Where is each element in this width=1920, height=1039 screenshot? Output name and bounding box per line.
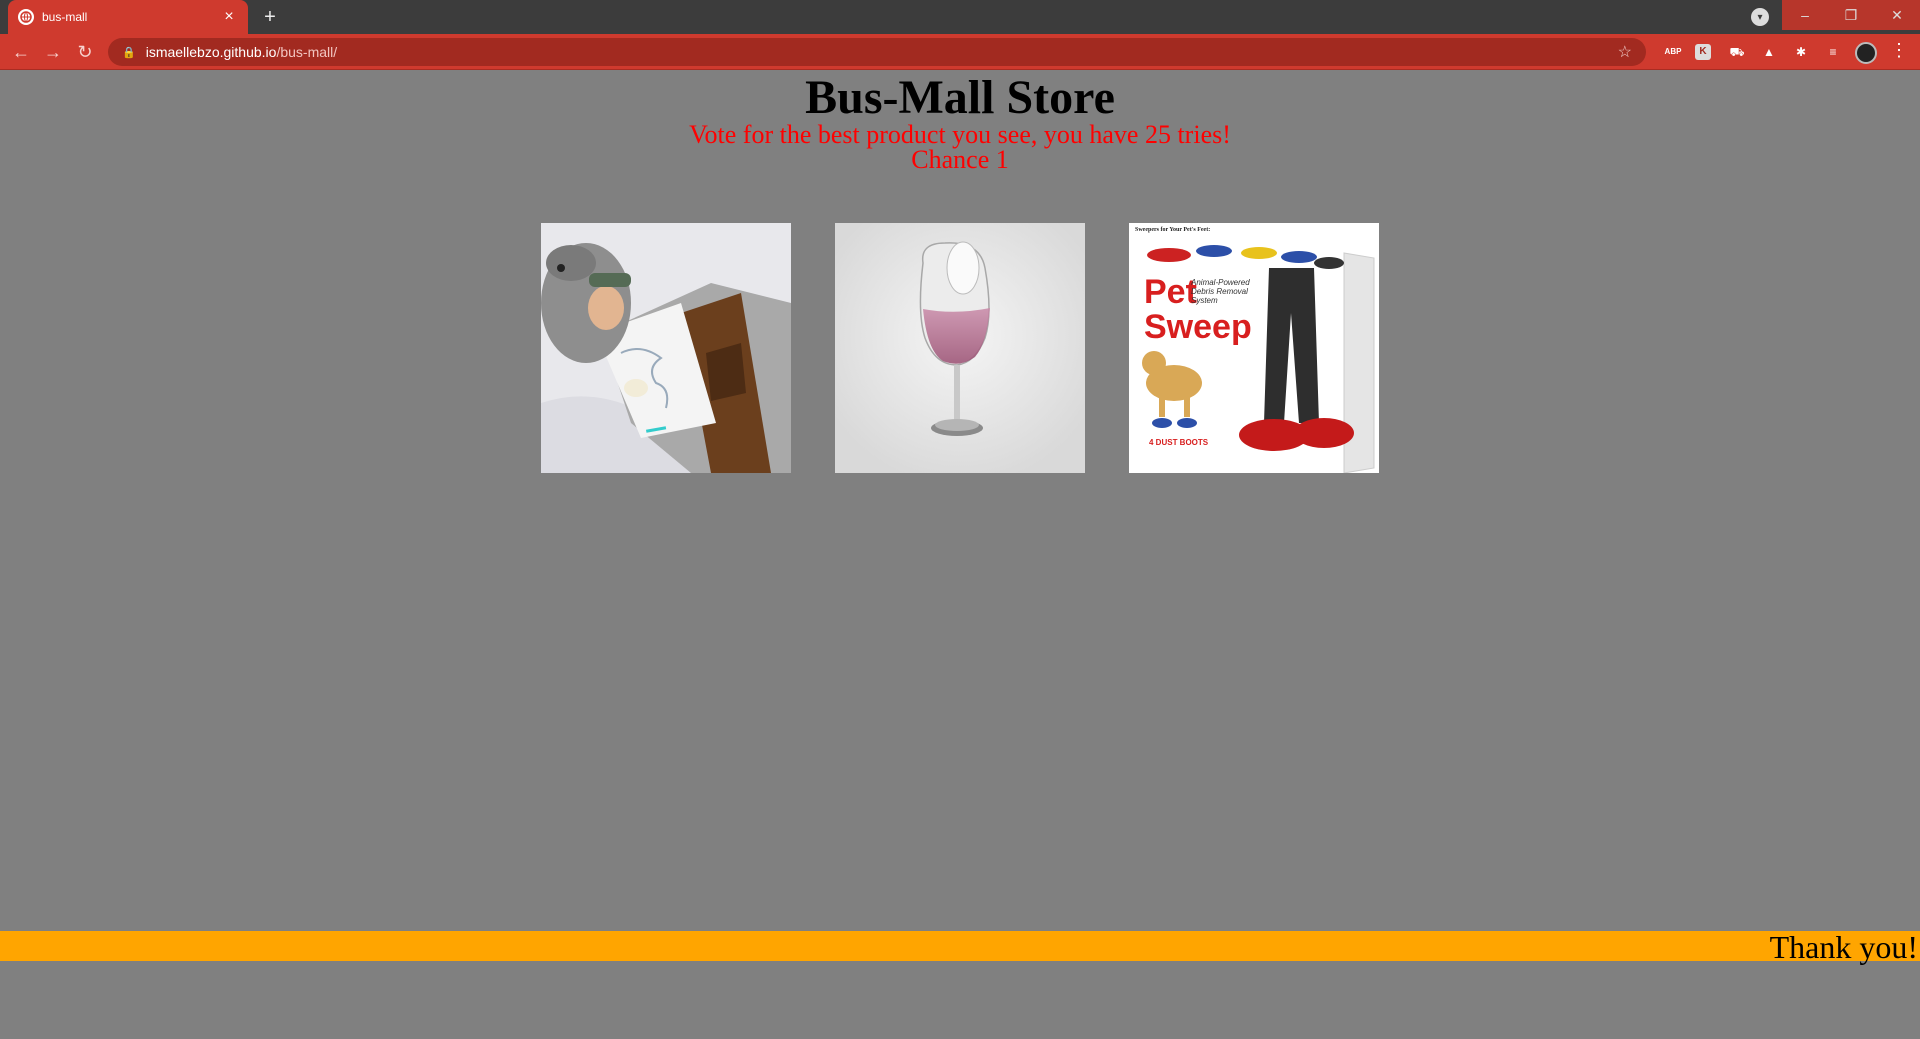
- chance-counter: Chance 1: [911, 145, 1009, 174]
- car-extension-icon[interactable]: ⛟: [1727, 42, 1747, 62]
- product-image-pet-sweep[interactable]: Sweepers for Your Pet's Feet: Pet Sweep …: [1129, 223, 1379, 473]
- maximize-button[interactable]: ❐: [1828, 0, 1874, 30]
- page-title: Bus-Mall Store: [805, 71, 1115, 124]
- k-extension-icon[interactable]: K: [1695, 44, 1711, 60]
- pet-sweep-header: Sweepers for Your Pet's Feet:: [1135, 227, 1210, 233]
- browser-tab[interactable]: bus-mall ×: [8, 0, 248, 34]
- forward-arrow-icon[interactable]: →: [41, 40, 65, 64]
- close-tab-icon[interactable]: ×: [220, 9, 238, 25]
- pet-sweep-brand-line1: Pet: [1144, 273, 1197, 311]
- tab-title: bus-mall: [42, 10, 88, 24]
- reading-list-icon[interactable]: ≡: [1823, 42, 1843, 62]
- bookmark-star-icon[interactable]: ☆: [1618, 42, 1632, 62]
- address-bar[interactable]: 🔒 ismaellebzo.github.io/bus-mall/ ☆: [108, 38, 1646, 66]
- reload-icon[interactable]: ↻: [73, 40, 97, 64]
- url-host: ismaellebzo.github.io: [145, 44, 277, 60]
- globe-icon: [18, 9, 34, 25]
- page-content: Bus-Mall Store Vote for the best product…: [0, 71, 1920, 1039]
- lock-icon[interactable]: 🔒: [122, 46, 136, 59]
- browser-toolbar: ← → ↻ 🔒 ismaellebzo.github.io/bus-mall/ …: [0, 34, 1920, 70]
- new-tab-button[interactable]: +: [258, 6, 282, 28]
- tab-search-icon[interactable]: ▾: [1751, 8, 1769, 26]
- browser-tab-strip: bus-mall × + ▾ – ❐ ✕: [0, 0, 1920, 34]
- pet-sweep-tagline: Animal-Powered Debris Removal System: [1191, 278, 1250, 305]
- url-path: /bus-mall/: [276, 44, 338, 60]
- thank-you-text: Thank you!: [1769, 929, 1918, 965]
- back-arrow-icon[interactable]: ←: [9, 40, 33, 64]
- close-window-button[interactable]: ✕: [1874, 0, 1920, 30]
- profile-avatar[interactable]: [1855, 42, 1877, 64]
- minimize-button[interactable]: –: [1782, 0, 1828, 30]
- triangle-extension-icon[interactable]: ▲: [1759, 42, 1779, 62]
- extensions-puzzle-icon[interactable]: ✱: [1791, 42, 1811, 62]
- product-image-wine-glass[interactable]: [835, 223, 1085, 473]
- product-image-tauntaun[interactable]: [541, 223, 791, 473]
- more-menu-icon[interactable]: ⋮: [1890, 40, 1908, 61]
- pet-sweep-boots-text: 4 DUST BOOTS: [1149, 438, 1209, 447]
- adblock-plus-icon[interactable]: ABP: [1663, 42, 1683, 62]
- footer-bar: Thank you!: [0, 929, 1920, 965]
